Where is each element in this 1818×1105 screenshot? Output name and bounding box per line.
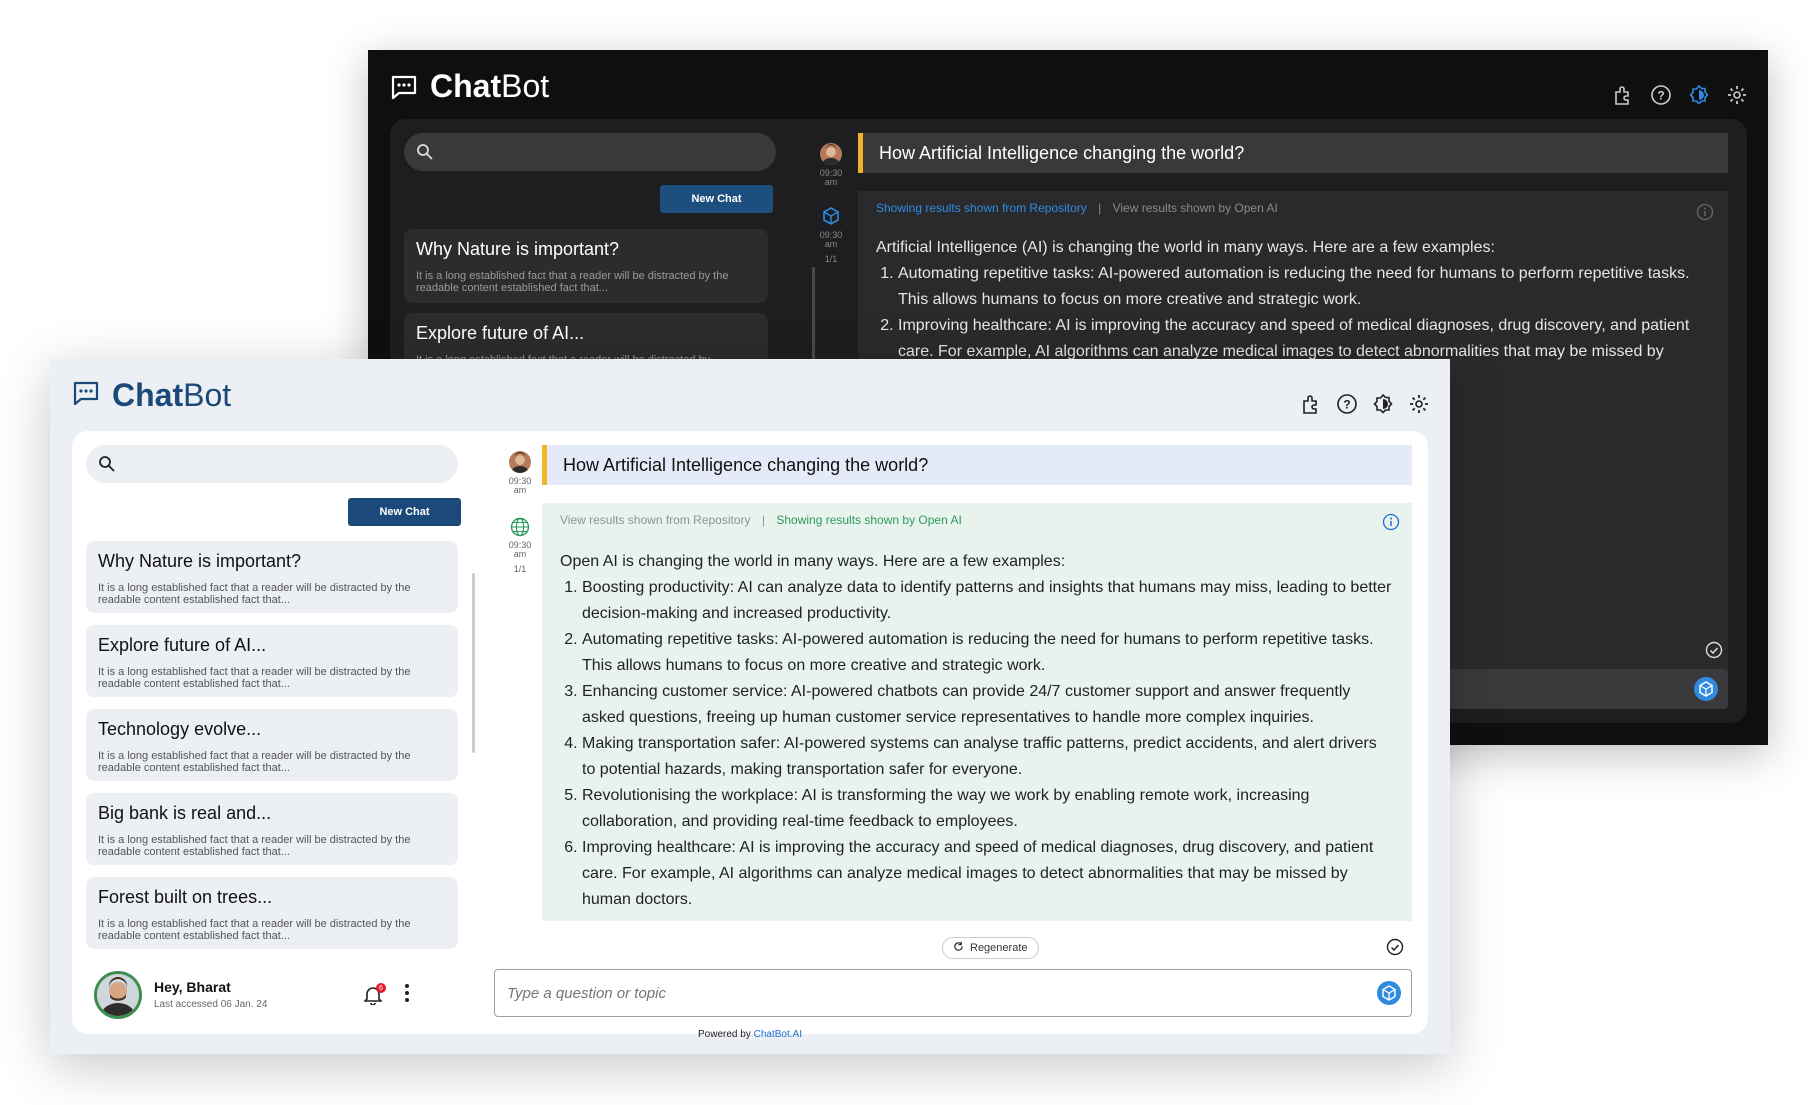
source-toggle: Showing results shown from Repository | … — [876, 201, 1710, 215]
search-icon — [417, 144, 433, 160]
send-icon[interactable] — [1377, 981, 1401, 1010]
dark-chat-item[interactable]: Why Nature is important? It is a long es… — [404, 229, 768, 303]
extension-icon[interactable] — [1300, 393, 1322, 415]
source-openai-link[interactable]: View results shown by Open AI — [1113, 201, 1278, 215]
dark-header-icons: ? — [1612, 84, 1748, 106]
chat-item-title: Explore future of AI... — [416, 323, 585, 343]
source-repository-link[interactable]: Showing results shown from Repository — [876, 201, 1087, 215]
regenerate-label: Regenerate — [970, 942, 1028, 954]
chat-item-title: Explore future of AI... — [98, 635, 267, 655]
answer-list-item: Automating repetitive tasks: AI-powered … — [582, 627, 1394, 679]
regenerate-button[interactable]: Regenerate — [942, 937, 1039, 959]
chat-item-desc: It is a long established fact that a rea… — [98, 582, 411, 606]
light-header: ChatBot — [72, 377, 231, 414]
globe-icon — [510, 517, 530, 542]
chat-item-title: Technology evolve... — [98, 719, 262, 739]
answer-list-item: Revolutionising the workplace: AI is tra… — [582, 783, 1394, 835]
send-icon[interactable] — [1694, 677, 1718, 706]
answer-list: Boosting productivity: AI can analyze da… — [560, 575, 1394, 913]
source-repository-link[interactable]: View results shown from Repository — [560, 513, 751, 527]
answer-list-item: Making transportation safer: AI-powered … — [582, 731, 1394, 783]
search-input[interactable] — [128, 445, 448, 483]
chat-item-desc: It is a long established fact that a rea… — [98, 834, 411, 858]
chat-list-item[interactable]: Why Nature is important? It is a long es… — [86, 541, 458, 613]
user-name: Hey, Bharat — [154, 979, 231, 995]
chat-list-item[interactable]: Big bank is real and... It is a long est… — [86, 793, 458, 865]
question-bubble: How Artificial Intelligence changing the… — [542, 445, 1412, 485]
source-separator: | — [1098, 201, 1102, 215]
dark-new-chat-button[interactable]: New Chat — [660, 185, 773, 213]
extension-icon[interactable] — [1612, 84, 1634, 106]
search-icon — [99, 456, 115, 472]
source-openai-link[interactable]: Showing results shown by Open AI — [776, 513, 961, 527]
svg-text:?: ? — [1657, 89, 1664, 103]
refresh-icon — [953, 941, 964, 955]
user-footer: Hey, Bharat Last accessed 06 Jan. 24 6 — [94, 971, 464, 1021]
answer-card: View results shown from Repository | Sho… — [542, 503, 1412, 921]
answer-list: Automating repetitive tasks: AI-powered … — [876, 261, 1710, 365]
user-avatar — [820, 143, 842, 165]
help-icon[interactable]: ? — [1336, 393, 1358, 415]
message-input-box — [494, 969, 1412, 1017]
chat-item-desc: It is a long established fact that a rea… — [98, 666, 411, 690]
check-circle-icon[interactable] — [1705, 641, 1723, 664]
chat-logo-icon — [390, 74, 418, 100]
light-header-icons: ? — [1300, 393, 1430, 415]
answer-intro: Artificial Intelligence (AI) is changing… — [876, 239, 1495, 256]
answer-list-item: Enhancing customer service: AI-powered c… — [582, 679, 1394, 731]
settings-icon[interactable] — [1726, 84, 1748, 106]
stage: ChatBot ? New Chat Why Nature is importa… — [0, 0, 1818, 1105]
info-icon[interactable] — [1696, 203, 1714, 226]
brand-title: ChatBot — [112, 377, 232, 413]
search-bar — [86, 445, 458, 483]
theme-toggle-icon[interactable] — [1372, 393, 1394, 415]
message-input[interactable] — [507, 970, 1347, 1016]
powered-by-label: Powered by — [698, 1029, 754, 1040]
dark-question-bubble: How Artificial Intelligence changing the… — [858, 133, 1728, 173]
user-last-accessed: Last accessed 06 Jan. 24 — [154, 999, 268, 1010]
message-time: 09:30 am — [508, 476, 532, 495]
chat-item-desc: It is a long established fact that a rea… — [98, 918, 411, 942]
new-chat-button[interactable]: New Chat — [348, 498, 461, 526]
bot-cube-icon — [822, 207, 840, 230]
source-toggle: View results shown from Repository | Sho… — [560, 513, 1394, 527]
user-avatar — [509, 451, 531, 473]
brand-title: ChatBot — [430, 68, 550, 104]
powered-by-footer: Powered by ChatBot.AI — [50, 1029, 1450, 1040]
notification-badge: 6 — [376, 983, 386, 993]
chat-logo-icon — [72, 380, 100, 411]
answer-list-item: Improving healthcare: AI is improving th… — [898, 313, 1710, 365]
chat-item-title: Why Nature is important? — [416, 239, 620, 259]
light-theme-window: ChatBot ? New Chat Why Nature is importa… — [50, 359, 1450, 1054]
more-options-icon[interactable] — [404, 983, 410, 1008]
chat-list-item[interactable]: Forest built on trees... It is a long es… — [86, 877, 458, 949]
answer-list-item: Improving healthcare: AI is improving th… — [582, 835, 1394, 913]
chat-item-title: Why Nature is important? — [98, 551, 302, 571]
theme-toggle-icon[interactable] — [1688, 84, 1710, 106]
powered-by-link[interactable]: ChatBot.AI — [754, 1029, 802, 1040]
chat-item-desc: It is a long established fact that a rea… — [98, 750, 411, 774]
answer-intro: Open AI is changing the world in many wa… — [560, 553, 1066, 570]
chat-item-title: Forest built on trees... — [98, 887, 273, 907]
sidebar-scrollbar[interactable] — [472, 573, 475, 753]
dark-search-bar[interactable] — [404, 133, 776, 171]
message-time: 09:30 am 1/1 — [819, 230, 843, 264]
info-icon[interactable] — [1382, 513, 1400, 536]
settings-icon[interactable] — [1408, 393, 1430, 415]
light-main-panel: New Chat Why Nature is important? It is … — [72, 431, 1428, 1034]
svg-text:?: ? — [1343, 398, 1350, 412]
source-separator: | — [761, 513, 765, 527]
message-time: 09:30 am — [819, 168, 843, 187]
chat-item-desc: It is a long established fact that a rea… — [416, 270, 729, 294]
answer-list-item: Boosting productivity: AI can analyze da… — [582, 575, 1394, 627]
dark-header: ChatBot — [390, 68, 549, 105]
answer-list-item: Automating repetitive tasks: AI-powered … — [898, 261, 1710, 313]
chat-list-item[interactable]: Technology evolve... It is a long establ… — [86, 709, 458, 781]
help-icon[interactable]: ? — [1650, 84, 1672, 106]
check-circle-icon[interactable] — [1386, 938, 1404, 961]
chat-item-title: Big bank is real and... — [98, 803, 272, 823]
message-time: 09:30 am 1/1 — [508, 540, 532, 574]
user-avatar[interactable] — [94, 971, 142, 1019]
chat-list-item[interactable]: Explore future of AI... It is a long est… — [86, 625, 458, 697]
